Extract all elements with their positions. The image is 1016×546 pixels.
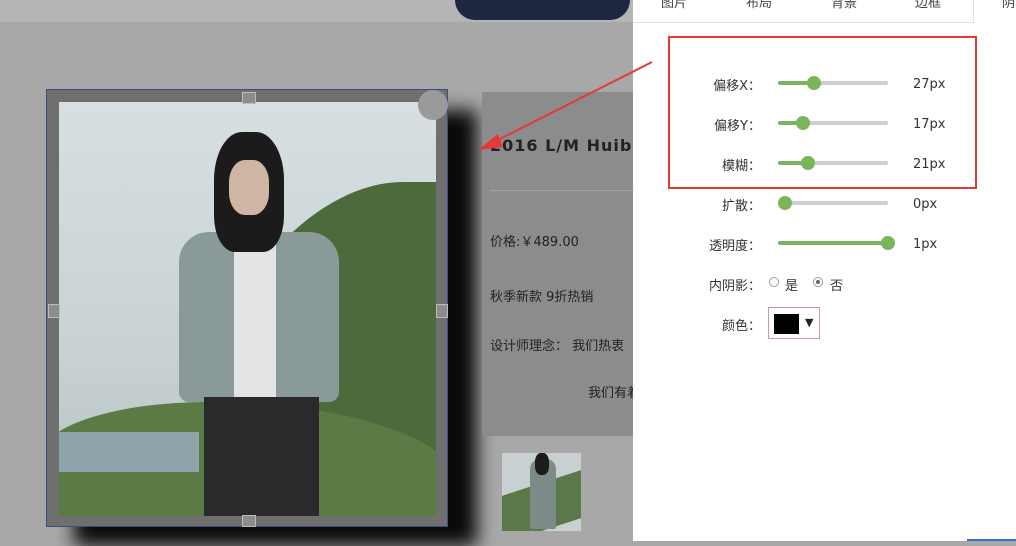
opacity-knob[interactable] [881,236,895,250]
product-title: 2016 L/M Huiber [490,136,634,155]
tab-layout[interactable]: 布局 [746,0,772,11]
inset-yes-label: 是 [785,279,799,294]
annotation-highlight-box [668,36,977,189]
inset-no-radio[interactable] [813,277,823,287]
model-figure [179,132,349,516]
color-swatch [774,314,799,334]
product-photo [59,102,436,516]
opacity-value: 1px [913,237,938,252]
banner-image-edge [455,0,630,20]
product-description: 我们有着 [588,386,634,401]
resize-handle-bottom[interactable] [242,515,256,527]
move-icon[interactable] [418,90,448,120]
spread-slider[interactable] [777,196,888,210]
spread-value: 0px [913,197,938,212]
opacity-fill [778,241,888,245]
tab-image[interactable]: 图片 [661,0,687,11]
product-thumbnail[interactable] [502,453,581,531]
inset-yes-radio[interactable] [769,277,779,287]
tab-border[interactable]: 边框 [915,0,941,11]
resize-handle-left[interactable] [48,304,60,318]
inset-no-label: 否 [830,279,844,294]
spread-knob[interactable] [777,196,792,210]
inset-label: 内阴影： [708,279,761,294]
color-picker[interactable]: ▼ [768,307,820,339]
product-info-panel: 2016 L/M Huiber 价格:￥489.00 秋季新款 9折热销 设计师… [482,92,634,436]
opacity-label: 透明度： [708,239,761,254]
dropdown-arrow-icon: ▼ [805,316,814,329]
product-promo: 秋季新款 9折热销 [490,290,594,305]
tab-bar: 图片 布局 背景 边框 阴 [633,0,1016,23]
color-label: 颜色： [721,319,761,334]
tab-shadow[interactable]: 阴 [1002,0,1015,11]
spread-label: 扩散： [721,199,761,214]
divider [490,190,634,191]
resize-handle-top[interactable] [242,92,256,104]
resize-handle-right[interactable] [436,304,448,318]
tab-background[interactable]: 背景 [831,0,857,11]
opacity-slider[interactable] [778,236,895,250]
product-price: 价格:￥489.00 [490,235,579,250]
designer-concept: 设计师理念： 我们热衷 [490,339,625,354]
